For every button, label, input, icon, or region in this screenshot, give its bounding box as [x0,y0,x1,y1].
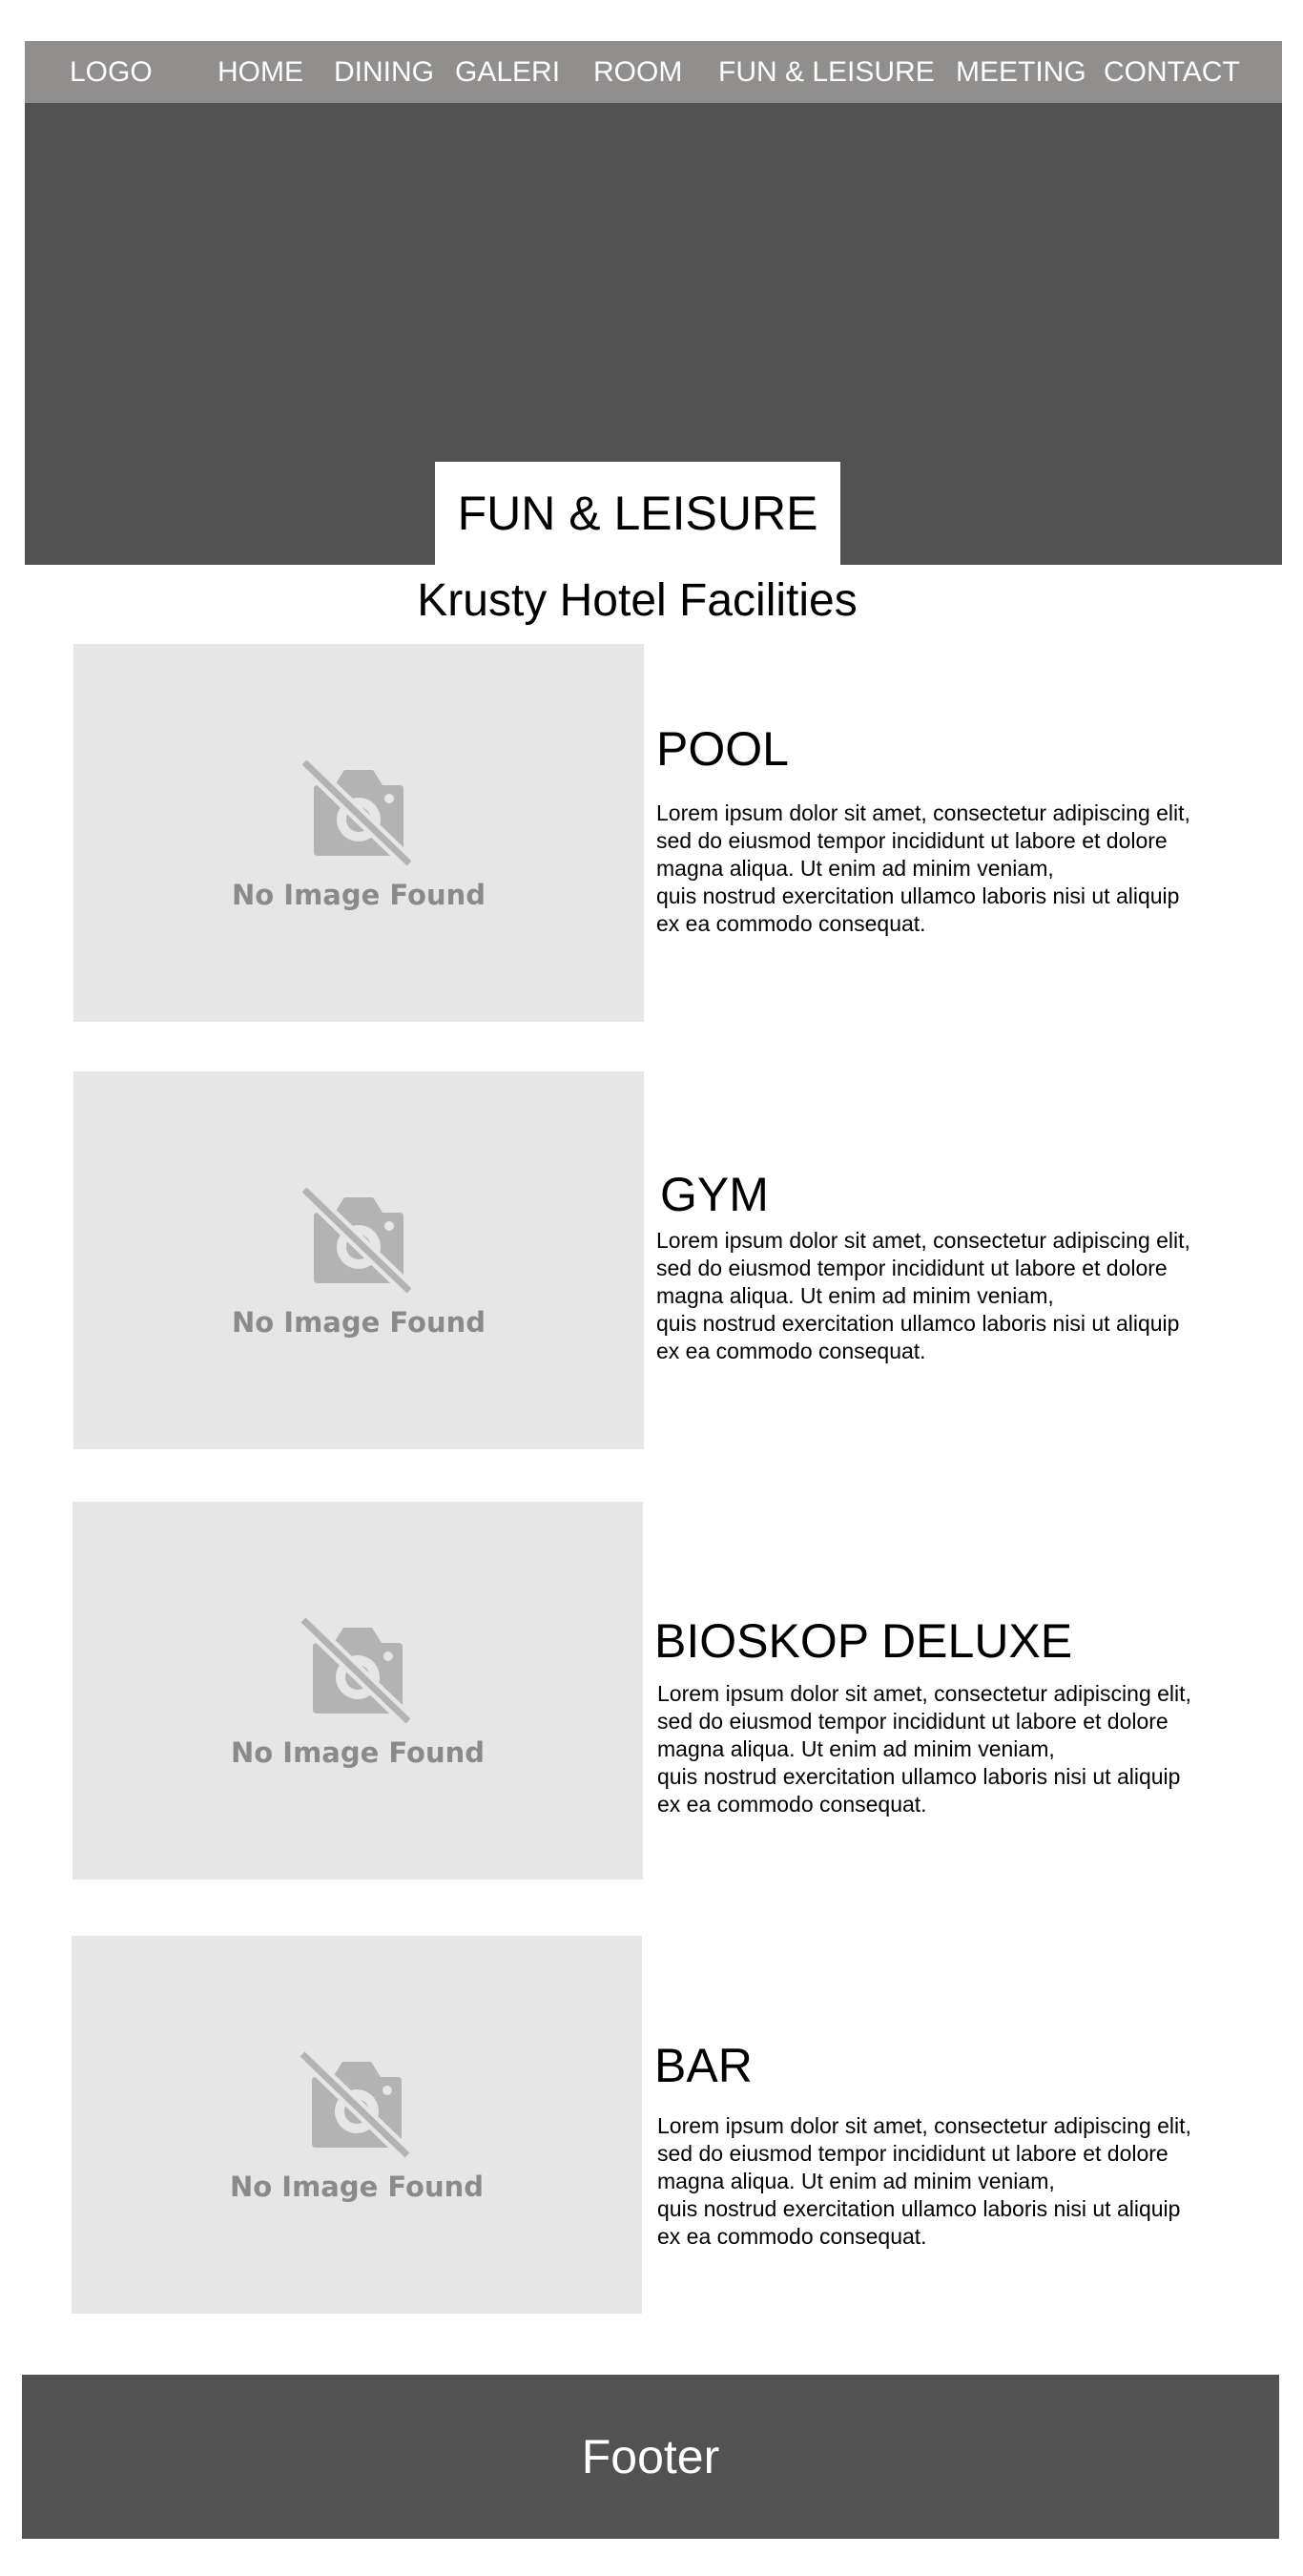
facility-title-bioskop-deluxe: BIOSKOP DELUXE [654,1614,1073,1668]
facility-title-pool: POOL [656,722,789,776]
no-image-label: No Image Found [232,1306,486,1339]
no-image-label: No Image Found [231,1736,485,1769]
facility-description-bar: Lorem ipsum dolor sit amet, consectetur … [657,2113,1191,2249]
nav-item-dining[interactable]: DINING [334,41,434,103]
footer-text: Footer [581,2430,720,2483]
no-image-camera-icon [298,1614,414,1727]
no-image-label: No Image Found [230,2171,484,2203]
facility-description-pool: Lorem ipsum dolor sit amet, consectetur … [656,800,1190,936]
facility-title-gym: GYM [660,1168,769,1221]
facility-image-bioskop-deluxe: No Image Found [72,1502,643,1880]
page-footer: Footer [22,2375,1279,2539]
top-nav: LOGO HOME DINING GALERI ROOM FUN & LEISU… [25,41,1282,103]
nav-item-galeri[interactable]: GALERI [455,41,560,103]
facility-image-gym: No Image Found [73,1071,644,1449]
facility-image-pool: No Image Found [73,644,644,1022]
logo[interactable]: LOGO [70,41,153,103]
hero-title: FUN & LEISURE [457,487,818,540]
section-title: Krusty Hotel Facilities [417,575,858,626]
facility-title-bar: BAR [654,2039,753,2092]
nav-item-room[interactable]: ROOM [593,41,682,103]
no-image-camera-icon [297,2048,413,2161]
nav-item-home[interactable]: HOME [217,41,303,103]
nav-item-meeting[interactable]: MEETING [956,41,1086,103]
nav-item-fun-leisure[interactable]: FUN & LEISURE [718,41,935,103]
no-image-camera-icon [299,1184,415,1297]
hero-banner: FUN & LEISURE [25,103,1282,565]
facility-description-bioskop-deluxe: Lorem ipsum dolor sit amet, consectetur … [657,1681,1191,1817]
no-image-camera-icon [299,757,415,869]
nav-item-contact[interactable]: CONTACT [1104,41,1240,103]
no-image-label: No Image Found [232,879,486,911]
facility-description-gym: Lorem ipsum dolor sit amet, consectetur … [656,1228,1190,1363]
hero-title-box: FUN & LEISURE [435,462,840,565]
facility-image-bar: No Image Found [72,1936,642,2314]
